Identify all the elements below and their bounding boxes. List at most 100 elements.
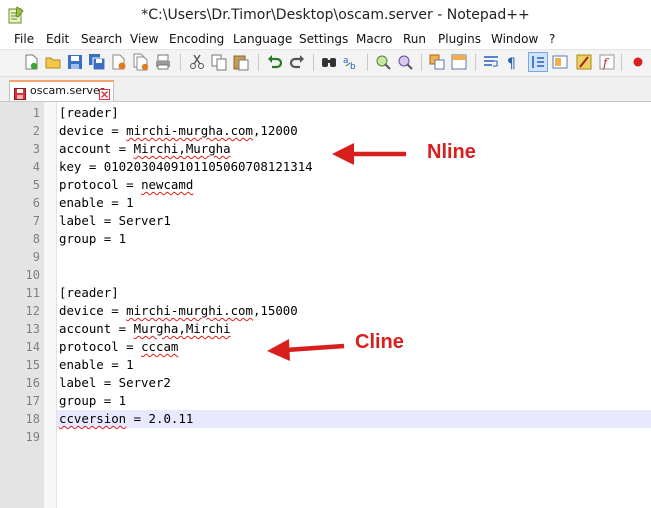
menu-view[interactable]: View [130,32,158,46]
nline-annotation: Nline [427,141,476,163]
menu-macro[interactable]: Macro [356,32,392,46]
find-icon[interactable] [320,53,338,71]
word-wrap-icon[interactable] [482,53,500,71]
toolbar: ab ¶ f [0,50,651,77]
code-text: account = [59,141,134,156]
line-number: 8 [32,232,40,246]
svg-text:b: b [350,62,356,71]
menu-file[interactable]: File [14,32,34,46]
indent-guide-icon[interactable] [528,52,548,72]
toolbar-separator [621,54,622,71]
unsaved-file-icon [14,85,26,100]
tab-close-icon[interactable] [99,85,110,100]
line-number: 17 [25,394,40,408]
code-line[interactable]: ccversion = 2.0.11 [59,410,193,428]
menu-settings[interactable]: Settings [299,32,348,46]
paste-icon[interactable] [232,53,250,71]
close-icon[interactable] [110,53,128,71]
code-line[interactable]: enable = 1 [59,356,134,374]
save-all-icon[interactable] [88,53,106,71]
text-editor[interactable]: 1 2 3 4 5 6 7 8 9 10 11 12 13 14 15 16 17 18 19 [reader] de… [0,102,651,508]
spellcheck-word: cccam [141,339,179,354]
redo-icon[interactable] [288,53,306,71]
code-line[interactable]: label = Server1 [59,212,171,230]
menu-run[interactable]: Run [403,32,426,46]
line-number: 7 [32,214,40,228]
line-number: 9 [32,250,40,264]
line-number: 13 [25,322,40,336]
code-line[interactable]: [reader] [59,284,119,302]
code-line[interactable]: [reader] [59,104,119,122]
toolbar-separator [258,54,259,71]
undo-icon[interactable] [266,53,284,71]
toolbar-separator [180,54,181,71]
zoom-in-icon[interactable] [374,53,392,71]
line-number: 19 [25,430,40,444]
line-number: 4 [32,160,40,174]
toolbar-separator [475,54,476,71]
code-line[interactable]: label = Server2 [59,374,171,392]
tab-bar: oscam.server [0,77,651,102]
code-line[interactable]: account = Murgha,Mirchi [59,320,231,338]
cline-arrow [267,339,345,361]
line-number: 15 [25,358,40,372]
code-line[interactable]: account = Mirchi,Murgha [59,140,231,158]
show-all-chars-icon[interactable]: ¶ [504,53,522,71]
line-number-gutter: 1 2 3 4 5 6 7 8 9 10 11 12 13 14 15 16 17 18 19 [0,102,44,508]
function-list-icon[interactable] [575,53,593,71]
tab-oscam-server[interactable]: oscam.server [9,80,114,101]
code-line[interactable]: protocol = newcamd [59,176,193,194]
document-map-icon[interactable] [551,53,569,71]
toolbar-separator [313,54,314,71]
code-line[interactable]: device = mirchi-murghi.com,15000 [59,302,298,320]
line-number: 12 [25,304,40,318]
nline-arrow [332,143,406,165]
menu-search[interactable]: Search [81,32,122,46]
sync-vertical-icon[interactable] [428,53,446,71]
code-text: device = [59,303,127,318]
code-line[interactable]: protocol = cccam [59,338,178,356]
svg-text:¶: ¶ [507,56,516,71]
open-file-icon[interactable] [44,53,62,71]
spellcheck-word: mirchi-murgha.com [126,123,253,138]
code-text: ,12000 [252,123,298,138]
cline-annotation: Cline [355,331,404,353]
menu-help[interactable]: ? [549,32,555,46]
spellcheck-word: mirchi-murghi.com [126,303,253,318]
copy-icon[interactable] [210,53,228,71]
code-line[interactable]: key = 0102030409101105060708121314 [59,158,313,176]
cut-icon[interactable] [188,53,206,71]
code-text: = 2.0.11 [126,411,194,426]
save-icon[interactable] [66,53,84,71]
code-line[interactable]: device = mirchi-murgha.com,12000 [59,122,298,140]
line-number: 2 [32,124,40,138]
toolbar-separator [367,54,368,71]
line-number: 16 [25,376,40,390]
sync-horizontal-icon[interactable] [450,53,468,71]
menu-encoding[interactable]: Encoding [169,32,224,46]
spellcheck-word: newcamd [141,177,194,192]
line-number: 18 [25,412,40,426]
menu-plugins[interactable]: Plugins [438,32,481,46]
line-number: 6 [32,196,40,210]
menu-window[interactable]: Window [491,32,538,46]
code-text: account = [59,321,134,336]
menu-edit[interactable]: Edit [46,32,69,46]
folder-workspace-icon[interactable]: f [598,53,616,71]
tab-label: oscam.server [30,84,105,97]
replace-icon[interactable]: ab [342,53,360,71]
code-line[interactable]: enable = 1 [59,194,134,212]
menu-bar: File Edit Search View Encoding Language … [0,31,651,50]
code-text: protocol = [59,177,142,192]
line-number: 5 [32,178,40,192]
code-line[interactable]: group = 1 [59,230,126,248]
print-icon[interactable] [154,53,172,71]
record-macro-icon[interactable] [629,53,647,71]
menu-language[interactable]: Language [233,32,292,46]
line-number: 10 [25,268,40,282]
code-line[interactable]: group = 1 [59,392,126,410]
new-file-icon[interactable] [22,53,40,71]
close-all-icon[interactable] [132,53,150,71]
zoom-out-icon[interactable] [396,53,414,71]
line-number: 11 [25,286,40,300]
